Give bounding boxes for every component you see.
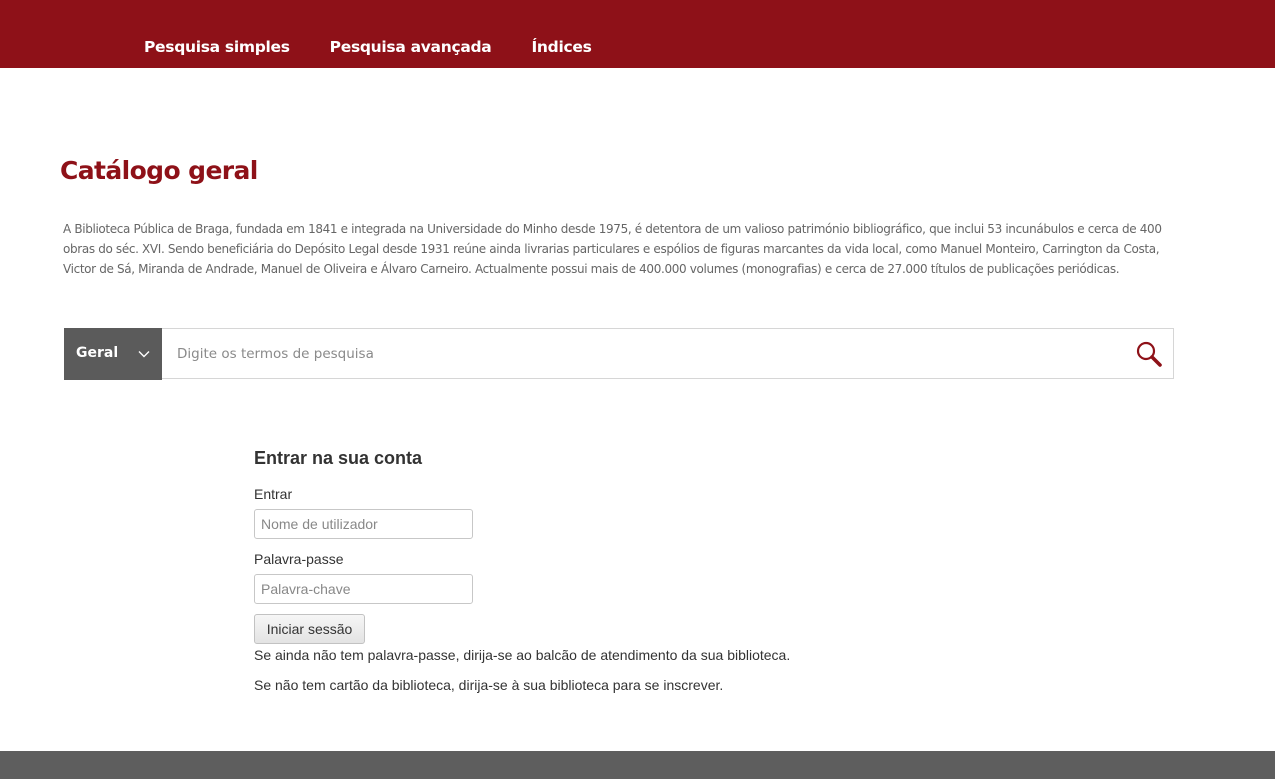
search-bar: Geral (64, 328, 1174, 380)
username-label: Entrar (254, 486, 293, 502)
nav-simple-search[interactable]: Pesquisa simples (144, 38, 290, 56)
password-note: Se ainda não tem palavra-passe, dirija-s… (254, 647, 791, 663)
search-scope-dropdown[interactable]: Geral (64, 328, 162, 380)
top-navigation-bar: Pesquisa simples Pesquisa avançada Índic… (0, 0, 1275, 68)
footer (0, 751, 1275, 779)
page-title: Catálogo geral (60, 156, 258, 185)
nav-advanced-search[interactable]: Pesquisa avançada (330, 38, 492, 56)
login-heading: Entrar na sua conta (254, 448, 423, 468)
login-form: Entrar na sua conta Entrar Palavra-passe… (254, 448, 954, 693)
password-input[interactable] (254, 574, 473, 604)
intro-paragraph: A Biblioteca Pública de Braga, fundada e… (63, 222, 1162, 276)
search-input[interactable] (169, 330, 1109, 377)
login-submit-button[interactable]: Iniciar sessão (254, 614, 365, 644)
search-scope-label: Geral (76, 345, 119, 361)
main-nav: Pesquisa simples Pesquisa avançada Índic… (144, 38, 632, 56)
library-card-note: Se não tem cartão da biblioteca, dirija-… (254, 677, 724, 693)
search-icon[interactable] (1135, 340, 1163, 368)
password-label: Palavra-passe (254, 551, 344, 567)
nav-indexes[interactable]: Índices (531, 38, 591, 56)
chevron-down-icon (138, 351, 150, 358)
username-input[interactable] (254, 509, 473, 539)
